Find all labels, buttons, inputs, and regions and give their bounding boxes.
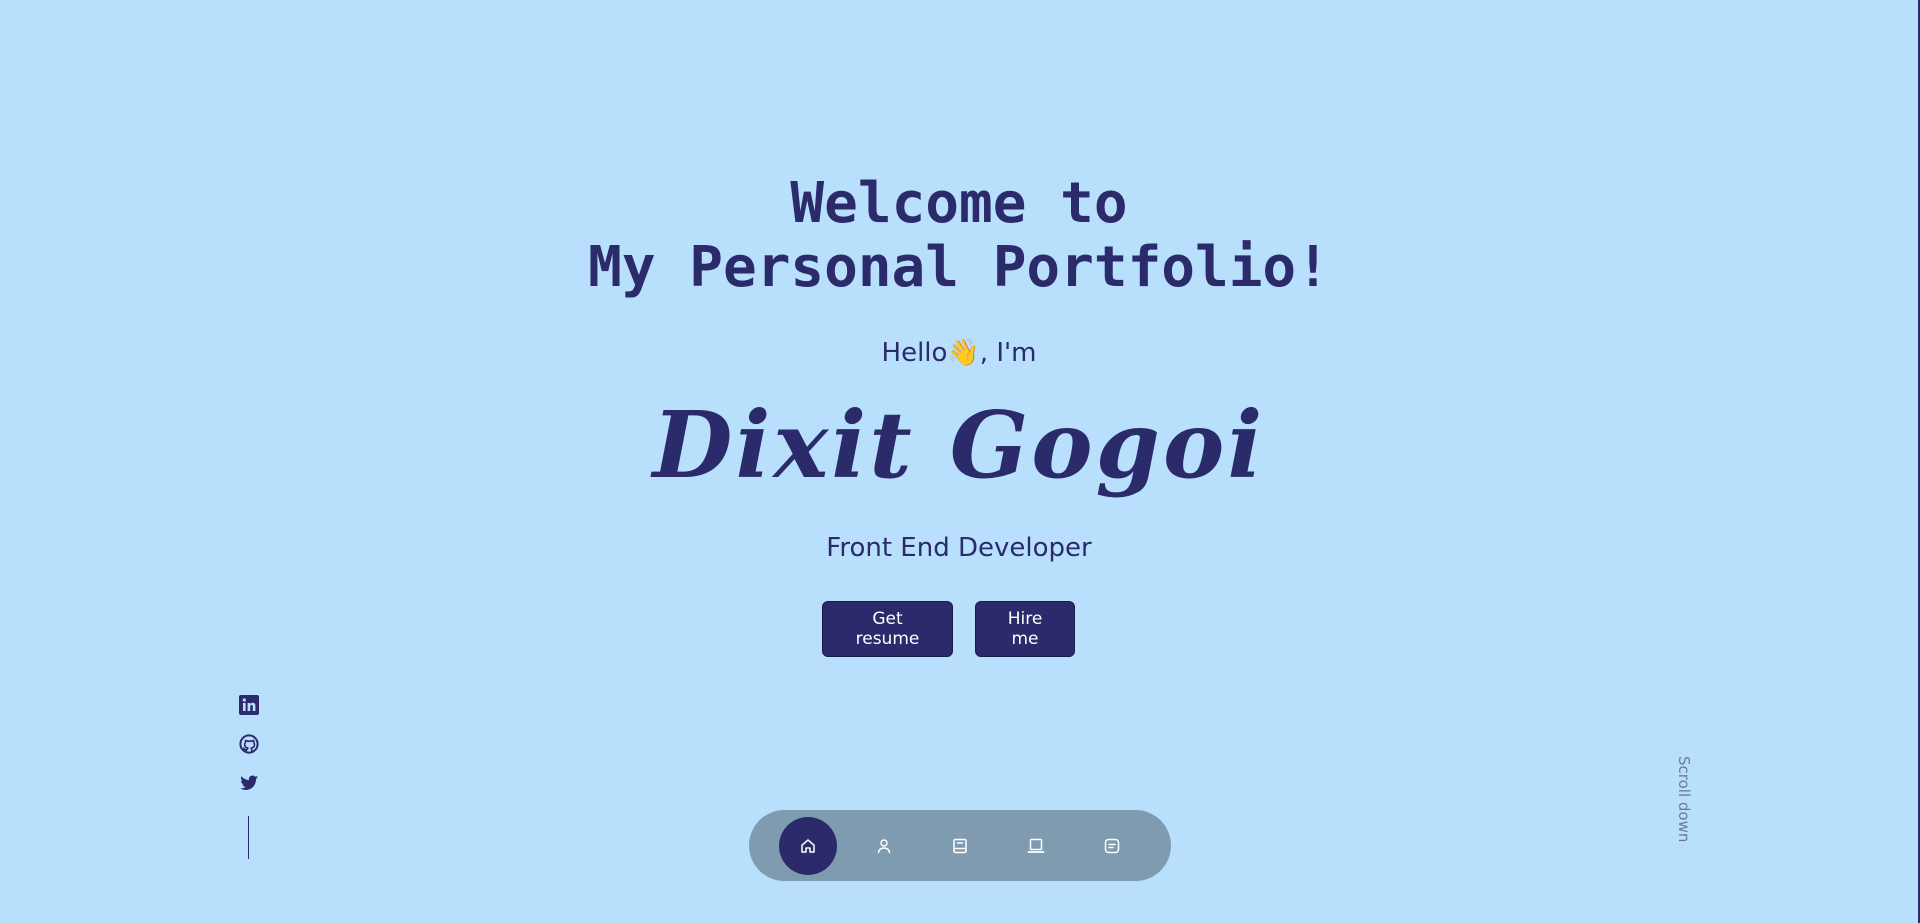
bottom-navigation: [749, 810, 1171, 881]
book-icon: [953, 838, 967, 853]
headline-line-2: My Personal Portfolio!: [588, 235, 1330, 300]
laptop-icon: [1027, 838, 1045, 853]
message-icon: [1104, 838, 1120, 853]
headline-line-1: Welcome to: [790, 171, 1128, 236]
nav-home-button[interactable]: [779, 816, 837, 875]
nav-skills-button[interactable]: [931, 817, 989, 875]
hire-me-button[interactable]: Hire me: [975, 601, 1075, 657]
page-headline: Welcome to My Personal Portfolio!: [0, 172, 1918, 300]
hero-actions: Get resume Hire me: [822, 601, 1075, 657]
greeting: Hello👋, I'm: [0, 333, 1918, 373]
home-icon: [801, 838, 815, 853]
social-divider-line: [248, 816, 249, 859]
greeting-suffix: , I'm: [979, 338, 1037, 368]
scroll-down-link[interactable]: Scroll down: [1672, 756, 1696, 848]
linkedin-icon[interactable]: [239, 695, 259, 715]
owner-name: Dixit Gogoi: [652, 391, 1266, 499]
nav-projects-button[interactable]: [1007, 817, 1065, 875]
social-links: [238, 695, 260, 793]
github-icon[interactable]: [239, 734, 259, 754]
get-resume-button[interactable]: Get resume: [822, 601, 953, 657]
greeting-text: Hello: [881, 338, 948, 368]
job-title: Front End Developer: [826, 533, 1092, 563]
waving-hand-icon: 👋: [947, 338, 980, 368]
portfolio-page: Welcome to My Personal Portfolio! Hello👋…: [0, 0, 1920, 923]
nav-about-button[interactable]: [855, 817, 913, 875]
nav-contact-button[interactable]: [1083, 817, 1141, 875]
user-icon: [877, 838, 891, 853]
twitter-icon[interactable]: [239, 773, 259, 793]
